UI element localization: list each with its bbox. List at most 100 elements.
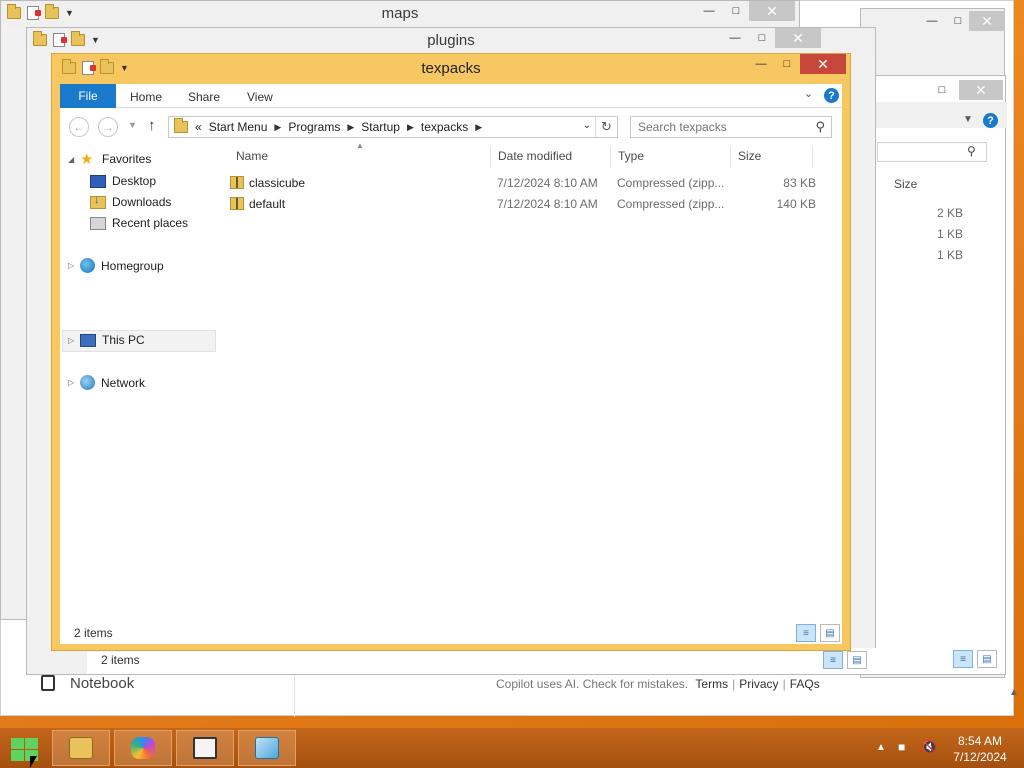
maximize-button[interactable]: □ xyxy=(749,28,775,48)
taskbar-copilot[interactable] xyxy=(114,730,172,766)
close-button[interactable]: ✕ xyxy=(969,11,1005,31)
details-view-button[interactable]: ≡ xyxy=(953,650,973,668)
breadcrumb-prefix[interactable]: « xyxy=(195,120,202,134)
tab-share[interactable]: Share xyxy=(188,90,220,104)
details-view-button[interactable]: ≡ xyxy=(823,651,843,669)
help-icon[interactable]: ? xyxy=(824,88,839,103)
expand-arrow-icon[interactable]: ▷ xyxy=(68,378,80,387)
expand-arrow-icon[interactable]: ▷ xyxy=(68,261,80,270)
maximize-button[interactable]: □ xyxy=(723,1,749,21)
star-icon: ★ xyxy=(80,150,94,168)
clock-time: 8:54 AM xyxy=(957,734,1003,748)
address-dropdown-icon[interactable]: ⌄ xyxy=(583,120,591,131)
column-divider[interactable] xyxy=(730,146,731,168)
details-view-button[interactable]: ≡ xyxy=(796,624,816,642)
ribbon-expand-icon[interactable]: ⌄ xyxy=(804,87,813,100)
expand-arrow-icon[interactable]: ▷ xyxy=(68,336,80,345)
breadcrumb-start-menu[interactable]: Start Menu xyxy=(209,120,268,134)
column-divider[interactable] xyxy=(812,146,813,168)
file-date: 7/12/2024 8:10 AM xyxy=(497,197,598,211)
terms-link[interactable]: Terms xyxy=(695,677,728,691)
column-divider[interactable] xyxy=(490,146,491,168)
volume-muted-icon[interactable]: 🔇 xyxy=(922,740,937,754)
file-type: Compressed (zipp... xyxy=(617,176,725,190)
minimize-button[interactable]: — xyxy=(919,11,945,31)
copilot-icon xyxy=(131,737,155,759)
ribbon-expand-icon[interactable]: ▼ xyxy=(963,114,973,125)
show-hidden-icons[interactable]: ▲ xyxy=(876,742,886,753)
taskbar-app-4[interactable] xyxy=(238,730,296,766)
breadcrumb-arrow-icon[interactable]: ▶ xyxy=(274,122,281,133)
close-button[interactable]: ✕ xyxy=(749,1,795,21)
breadcrumb-texpacks[interactable]: texpacks xyxy=(421,120,468,134)
nav-downloads[interactable]: Downloads xyxy=(90,194,171,209)
plugins-titlebar: ▼ plugins — □ ✕ xyxy=(27,28,875,54)
help-icon[interactable]: ? xyxy=(983,113,998,128)
size-cell: 1 KB xyxy=(937,227,964,241)
size-column-header[interactable]: Size xyxy=(894,177,917,191)
column-header-type[interactable]: Type xyxy=(618,149,644,163)
nav-this-pc[interactable]: ▷ This PC xyxy=(68,333,145,347)
file-list: ▲ Name Date modified Type Size classicub… xyxy=(228,141,842,614)
file-row[interactable]: default 7/12/2024 8:10 AM Compressed (zi… xyxy=(228,194,842,214)
recent-locations-dropdown[interactable]: ▼ xyxy=(128,120,137,130)
column-header-name[interactable]: Name xyxy=(236,149,268,163)
classicube-icon xyxy=(193,737,217,759)
refresh-button[interactable]: ↻ xyxy=(595,117,617,137)
nav-recent-places[interactable]: Recent places xyxy=(90,216,188,230)
nav-favorites[interactable]: ◢ ★ Favorites xyxy=(68,150,151,168)
column-header-date[interactable]: Date modified xyxy=(498,149,572,163)
side-scroll-arrow[interactable]: ▲ xyxy=(1009,687,1023,717)
file-date: 7/12/2024 8:10 AM xyxy=(497,176,598,190)
close-button-2[interactable]: ✕ xyxy=(959,80,1003,100)
breadcrumb-arrow-icon[interactable]: ▶ xyxy=(407,122,414,133)
privacy-link[interactable]: Privacy xyxy=(739,677,778,691)
maximize-button[interactable]: □ xyxy=(945,11,971,31)
column-header-size[interactable]: Size xyxy=(738,149,761,163)
file-row[interactable]: classicube 7/12/2024 8:10 AM Compressed … xyxy=(228,173,842,193)
maximize-button[interactable]: □ xyxy=(774,54,800,74)
large-icons-view-button[interactable]: ▤ xyxy=(847,651,867,669)
up-button[interactable]: ↑ xyxy=(148,117,156,134)
this-pc-icon xyxy=(80,333,96,347)
nav-recent-label: Recent places xyxy=(112,216,189,230)
system-clock[interactable]: 8:54 AM 7/12/2024 xyxy=(950,733,1010,765)
large-icons-view-button[interactable]: ▤ xyxy=(977,650,997,668)
large-icons-view-button[interactable]: ▤ xyxy=(820,624,840,642)
zip-folder-icon xyxy=(230,176,244,189)
collapse-arrow-icon[interactable]: ◢ xyxy=(68,155,80,164)
search-box[interactable]: ⚲ xyxy=(630,116,832,138)
notebook-label[interactable]: Notebook xyxy=(70,675,134,692)
nav-desktop[interactable]: Desktop xyxy=(90,174,156,188)
back-button[interactable]: ← xyxy=(69,117,89,137)
minimize-button[interactable]: — xyxy=(696,1,722,21)
breadcrumb: Programs ▶ xyxy=(288,120,354,134)
minimize-button[interactable]: — xyxy=(748,54,774,74)
column-divider[interactable] xyxy=(610,146,611,168)
network-tray-icon[interactable]: ■ xyxy=(898,740,912,754)
taskbar-classicube[interactable] xyxy=(176,730,234,766)
faqs-link[interactable]: FAQs xyxy=(790,677,820,691)
search-icon[interactable]: ⚲ xyxy=(967,144,976,158)
search-icon[interactable]: ⚲ xyxy=(815,119,825,135)
forward-button[interactable]: → xyxy=(98,117,118,137)
taskbar-file-explorer[interactable] xyxy=(52,730,110,766)
status-bar: 2 items ≡ ▤ xyxy=(60,620,842,644)
minimize-button[interactable]: — xyxy=(722,28,748,48)
breadcrumb-startup[interactable]: Startup xyxy=(361,120,400,134)
breadcrumb-arrow-icon[interactable]: ▶ xyxy=(347,122,354,133)
breadcrumb: texpacks ▶ xyxy=(421,120,482,134)
maximize-button-2[interactable]: □ xyxy=(929,80,955,100)
tab-home[interactable]: Home xyxy=(130,90,162,104)
tab-view[interactable]: View xyxy=(247,90,273,104)
nav-homegroup[interactable]: ▷ Homegroup xyxy=(68,258,164,273)
close-button[interactable]: ✕ xyxy=(800,54,846,74)
address-bar[interactable]: « Start Menu ▶ Programs ▶ Startup ▶ texpack… xyxy=(168,116,618,138)
search-input[interactable] xyxy=(631,117,801,137)
breadcrumb-arrow-icon[interactable]: ▶ xyxy=(475,122,482,133)
tab-file[interactable]: File xyxy=(60,84,116,108)
nav-network[interactable]: ▷ Network xyxy=(68,375,145,390)
breadcrumb-programs[interactable]: Programs xyxy=(288,120,340,134)
file-name: classicube xyxy=(249,176,306,190)
close-button[interactable]: ✕ xyxy=(775,28,821,48)
